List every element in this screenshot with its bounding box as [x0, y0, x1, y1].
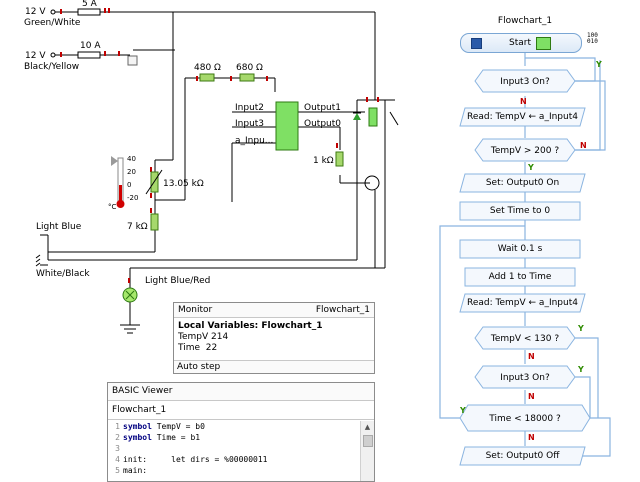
- no-marker: N: [520, 97, 527, 106]
- fuse1-label: 5 A: [82, 0, 97, 9]
- chip-pin-analog: a_Inpu...: [235, 136, 274, 146]
- flowchart-panel: Flowchart_1 Start 100 010 Input3 On? Read…: [420, 0, 640, 480]
- wire-white-black: White/Black: [36, 269, 90, 279]
- basic-viewer-title: BASIC Viewer: [108, 383, 374, 401]
- sensor-tick-40: 40: [127, 155, 136, 163]
- sensor-unit: °C: [108, 203, 117, 211]
- chip-pin-input2: Input2: [235, 103, 265, 113]
- set-off-label[interactable]: Set: Output0 Off: [460, 451, 585, 461]
- fuse2-label: 10 A: [80, 41, 101, 51]
- sensor-tick-20: 20: [127, 168, 136, 176]
- sensor-tick-0: 0: [127, 181, 132, 189]
- input3-on-label-1[interactable]: Input3 On?: [475, 77, 575, 87]
- no-marker: N: [528, 352, 535, 361]
- code-line: 4 init: let dirs = %00000011: [115, 455, 268, 464]
- resistor-480: 480 Ω: [194, 63, 221, 73]
- resistor-7k: 7 kΩ: [127, 222, 148, 232]
- set-on-label[interactable]: Set: Output0 On: [460, 178, 585, 188]
- yes-marker: Y: [460, 406, 466, 415]
- supply2-wire: Black/Yellow: [24, 62, 80, 72]
- resistor-1k: 1 kΩ: [313, 156, 334, 166]
- input3-on-label-2[interactable]: Input3 On?: [475, 373, 575, 383]
- chip-output1: Output1: [304, 103, 341, 113]
- supply1-voltage: 12 V: [25, 7, 46, 17]
- code-line: 5 main:: [115, 466, 148, 475]
- wait-label[interactable]: Wait 0.1 s: [460, 244, 580, 254]
- basic-viewer-flowchart-name: Flowchart_1: [108, 401, 374, 420]
- read-label-1[interactable]: Read: TempV ← a_Input4: [460, 112, 585, 122]
- chip-output0: Output0: [304, 119, 341, 129]
- tempv-gt-200-label[interactable]: TempV > 200 ?: [475, 146, 575, 156]
- no-marker: N: [528, 433, 535, 442]
- wire-light-blue-red: Light Blue/Red: [145, 276, 211, 286]
- yes-marker: Y: [578, 365, 584, 374]
- monitor-title: Monitor: [178, 305, 213, 315]
- flowchart-shapes: [459, 69, 591, 466]
- monitor-panel: Monitor Flowchart_1 Local Variables: Flo…: [173, 302, 375, 374]
- set-time-label[interactable]: Set Time to 0: [460, 206, 580, 216]
- yes-marker: Y: [528, 163, 534, 172]
- code-line: 1 symbol TempV = b0: [115, 422, 205, 431]
- auto-step-button[interactable]: Auto step: [174, 360, 374, 373]
- basic-scrollbar[interactable]: ▲: [360, 421, 374, 481]
- no-marker: N: [580, 141, 587, 150]
- monitor-var-time: Time 22: [178, 343, 218, 353]
- scroll-thumb[interactable]: [363, 435, 373, 447]
- yes-marker: Y: [596, 60, 602, 69]
- sensor-tick-m20: -20: [127, 194, 139, 202]
- basic-viewer: BASIC Viewer Flowchart_1 1 symbol TempV =…: [107, 382, 375, 482]
- add-time-label[interactable]: Add 1 to Time: [465, 272, 575, 282]
- basic-code[interactable]: 1 symbol TempV = b0 2 symbol Time = b1 3 4…: [108, 421, 360, 476]
- tempv-lt-130-label[interactable]: TempV < 130 ?: [475, 334, 575, 344]
- code-line: 2 symbol Time = b1: [115, 433, 201, 442]
- read-label-2[interactable]: Read: TempV ← a_Input4: [460, 298, 585, 308]
- code-line: 3: [115, 444, 120, 453]
- supply2-voltage: 12 V: [25, 51, 46, 61]
- monitor-locals-heading: Local Variables: Flowchart_1: [178, 321, 323, 331]
- monitor-header: Monitor Flowchart_1: [174, 303, 374, 318]
- scroll-up-icon[interactable]: ▲: [363, 423, 372, 432]
- yes-marker: Y: [578, 324, 584, 333]
- resistor-680: 680 Ω: [236, 63, 263, 73]
- thermistor-value: 13.05 kΩ: [163, 179, 204, 189]
- wire-light-blue: Light Blue: [36, 222, 82, 232]
- no-marker: N: [528, 392, 535, 401]
- supply1-wire: Green/White: [24, 18, 81, 28]
- monitor-flowchart-name: Flowchart_1: [315, 305, 370, 315]
- time-lt-18000-label[interactable]: Time < 18000 ?: [460, 414, 590, 424]
- chip-pin-input3: Input3: [235, 119, 265, 129]
- monitor-var-tempv: TempV 214: [178, 332, 229, 342]
